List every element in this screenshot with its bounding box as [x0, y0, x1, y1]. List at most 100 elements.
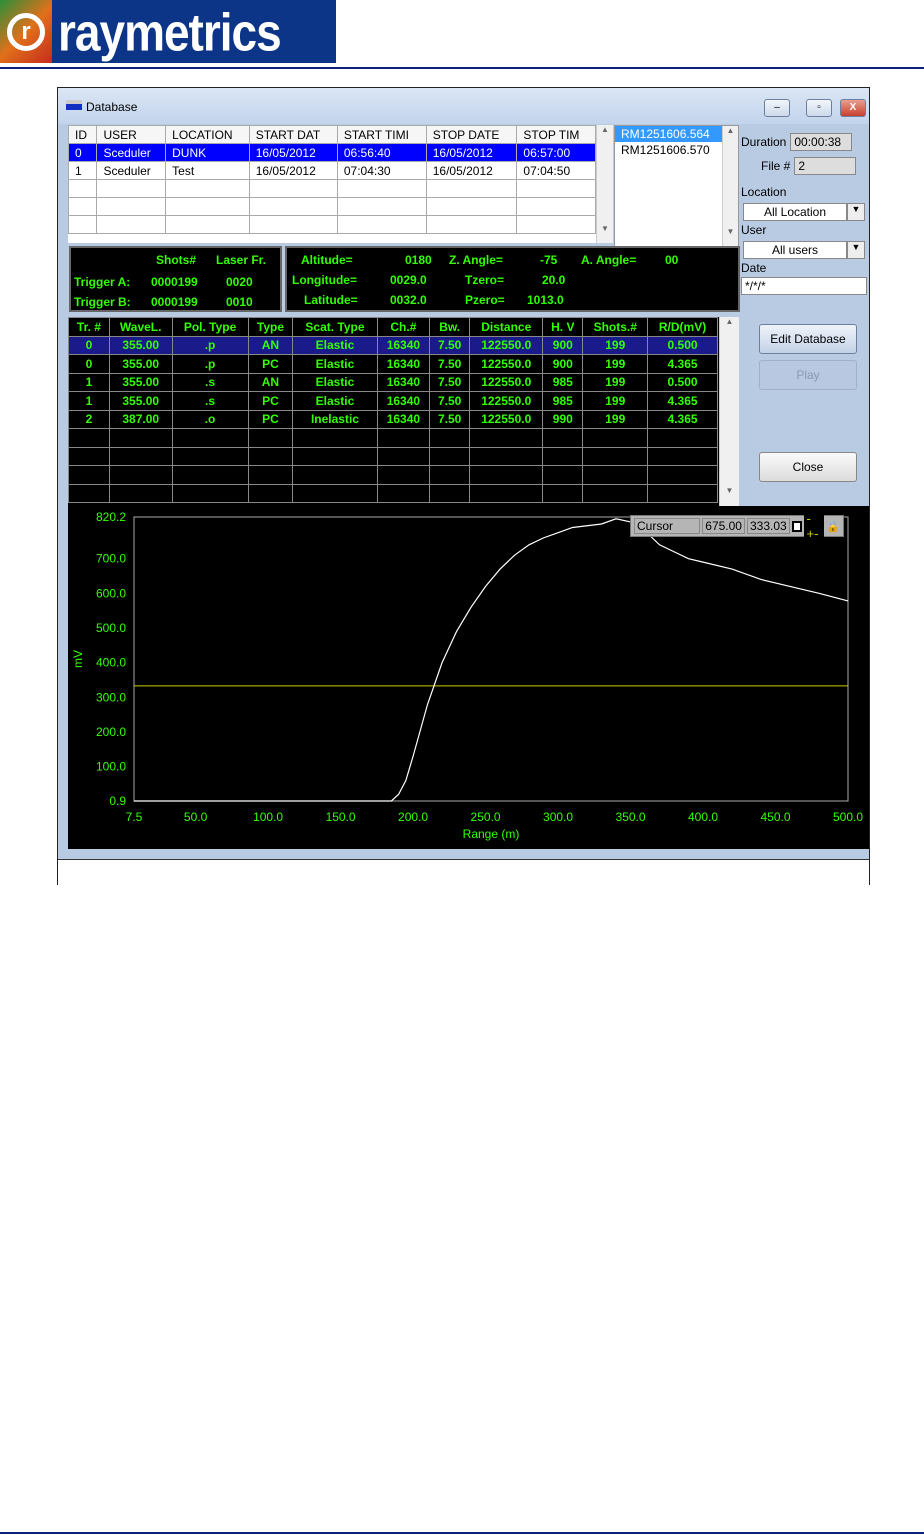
channel-row[interactable]: 1 355.00 .s AN Elastic 16340 7.50 122550.0 985 19… [68, 372, 718, 392]
header-divider [0, 67, 924, 69]
table-cell: .s [171, 372, 249, 392]
table-cell [647, 483, 718, 503]
channel-row[interactable]: 0 355.00 .p AN Elastic 16340 7.50 122550.0 900 19… [68, 335, 718, 355]
column-header[interactable]: Ch.# [376, 317, 431, 337]
table-row[interactable] [68, 179, 596, 198]
table-cell: Elastic [292, 391, 378, 411]
channel-row[interactable]: 0 355.00 .p PC Elastic 16340 7.50 122550.0 900 19… [68, 354, 718, 374]
table-cell [292, 465, 378, 485]
location-select[interactable]: All Location [743, 203, 847, 221]
table-cell: DUNK [165, 143, 250, 162]
trigger-b-shots: 0000199 [151, 295, 198, 309]
table-cell: 355.00 [108, 391, 173, 411]
table-cell [248, 179, 338, 198]
table-cell: 0.500 [647, 335, 718, 355]
column-header[interactable]: ID [68, 125, 98, 144]
latitude-label: Latitude= [304, 293, 358, 307]
x-tick-label: 450.0 [760, 810, 790, 824]
play-button[interactable]: Play [759, 360, 857, 390]
channel-row[interactable] [68, 483, 718, 503]
user-select[interactable]: All users [743, 241, 847, 259]
column-header[interactable]: LOCATION [165, 125, 250, 144]
table-row[interactable]: 0 Sceduler DUNK 16/05/2012 06:56:40 16/05/201… [68, 143, 596, 162]
table-cell: 16/05/2012 [248, 161, 338, 180]
user-label: User [741, 223, 767, 237]
column-header[interactable]: Tr. # [68, 317, 110, 337]
file-list: RM1251606.564 RM1251606.570 [614, 125, 739, 247]
table-cell: 16340 [376, 372, 431, 392]
edit-database-button[interactable]: Edit Database [759, 324, 857, 354]
column-header[interactable]: Distance [469, 317, 544, 337]
table-row[interactable] [68, 197, 596, 216]
table-cell: Test [165, 161, 250, 180]
file-item[interactable]: RM1251606.570 [615, 142, 738, 158]
raymetrics-logo: r raymetrics [0, 0, 336, 63]
table-cell: 16/05/2012 [425, 161, 518, 180]
close-button[interactable]: Close [759, 452, 857, 482]
cursor-style-icon[interactable] [791, 520, 803, 532]
table-cell: 199 [582, 354, 649, 374]
table-cell [96, 197, 167, 216]
chevron-down-icon[interactable]: ▼ [847, 241, 865, 259]
table-cell: .s [171, 391, 249, 411]
date-field[interactable]: */*/* [741, 277, 867, 295]
y-tick-label: 100.0 [96, 760, 126, 774]
column-header[interactable]: WaveL. [108, 317, 173, 337]
column-header[interactable]: STOP DATE [425, 125, 518, 144]
column-header[interactable]: H. V [542, 317, 584, 337]
channel-row[interactable]: 2 387.00 .o PC Inelastic 16340 7.50 122550.0 990… [68, 409, 718, 429]
column-header[interactable]: USER [96, 125, 167, 144]
table-row[interactable] [68, 215, 596, 234]
minimize-button[interactable]: – [764, 99, 790, 117]
column-header[interactable]: Type [247, 317, 294, 337]
runs-scrollbar[interactable]: ▲ ▼ [596, 125, 613, 243]
table-cell [247, 465, 294, 485]
table-cell: 122550.0 [469, 354, 544, 374]
table-cell [68, 483, 110, 503]
table-cell [516, 215, 596, 234]
table-row[interactable]: 1 Sceduler Test 16/05/2012 07:04:30 16/05/201… [68, 161, 596, 180]
latitude-value: 0032.0 [390, 293, 427, 307]
signal-plot: 7.5 50.0 100.0 150.0 200.0 250.0 300.0 350.0 400… [71, 510, 863, 841]
maximize-button[interactable]: ▫ [806, 99, 832, 117]
tzero-value: 20.0 [542, 273, 566, 287]
table-cell [425, 197, 518, 216]
table-cell [171, 446, 249, 466]
column-header[interactable]: Shots.# [582, 317, 649, 337]
table-cell: PC [247, 409, 294, 429]
table-cell: 0 [68, 354, 110, 374]
file-item[interactable]: RM1251606.564 [615, 126, 738, 142]
crosshair-icon[interactable]: -+- [804, 511, 825, 541]
channel-row[interactable] [68, 465, 718, 485]
table-cell [336, 179, 427, 198]
channels-scrollbar[interactable]: ▲ ▼ [719, 317, 739, 507]
column-header[interactable]: STOP TIM [516, 125, 596, 144]
close-window-button[interactable]: X [840, 99, 866, 117]
column-header[interactable]: Scat. Type [292, 317, 378, 337]
database-window: Database – ▫ X ID USER LOCATION START DAT ST… [57, 87, 870, 885]
table-cell [469, 446, 544, 466]
table-cell [247, 428, 294, 448]
file-list-scrollbar[interactable]: ▲ ▼ [722, 126, 738, 246]
column-header[interactable]: Pol. Type [171, 317, 249, 337]
trigger-b-laser: 0010 [226, 295, 253, 309]
lock-icon[interactable]: 🔒 [826, 520, 840, 533]
column-header[interactable]: R/D(mV) [647, 317, 718, 337]
column-header[interactable]: START TIMI [336, 125, 427, 144]
chevron-down-icon[interactable]: ▼ [847, 203, 865, 221]
channel-row[interactable] [68, 446, 718, 466]
x-tick-label: 500.0 [833, 810, 863, 824]
channel-row[interactable] [68, 428, 718, 448]
table-cell [429, 428, 471, 448]
table-cell: 0 [68, 335, 110, 355]
table-cell: 1 [68, 161, 98, 180]
channel-row[interactable]: 1 355.00 .s PC Elastic 16340 7.50 122550.0 985 19… [68, 391, 718, 411]
table-cell [171, 465, 249, 485]
table-cell: 985 [542, 372, 584, 392]
table-cell: .o [171, 409, 249, 429]
table-cell [425, 215, 518, 234]
window-title: Database [86, 100, 138, 114]
table-cell [425, 179, 518, 198]
column-header[interactable]: Bw. [429, 317, 471, 337]
column-header[interactable]: START DAT [248, 125, 338, 144]
